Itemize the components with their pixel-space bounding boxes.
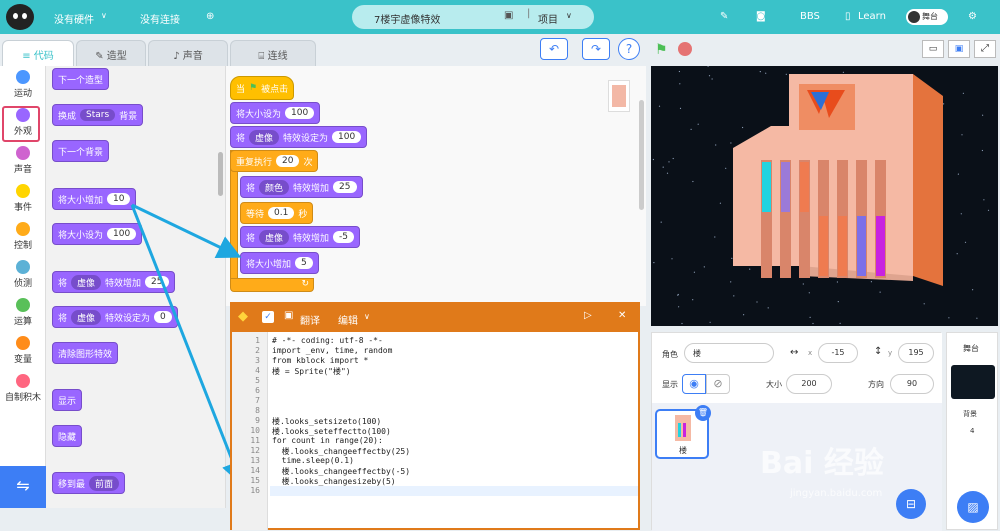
line-number: 4 [255,366,260,375]
line-number: 11 [250,436,260,445]
arrow-to-code [130,204,245,486]
y-input[interactable]: 195 [898,343,934,363]
current-line-highlight [270,486,638,496]
line-number: 10 [250,426,260,435]
add-backdrop-button[interactable]: ▨ [957,491,989,523]
line-number: 13 [250,456,260,465]
line-number: 2 [255,346,260,355]
role-label: 角色 [662,350,678,359]
terminal-icon: ▣ [284,310,294,321]
chevron-down-icon: ∨ [364,312,370,321]
backdrop-count: 4 [970,427,975,435]
stage-canvas[interactable] [651,66,998,326]
green-flag-run-button[interactable]: ⚑ [655,42,668,58]
fullscreen-button[interactable]: ⤢ [974,40,996,58]
line-number: 7 [255,396,260,405]
code-line[interactable]: import _env, time, random [272,346,392,356]
edit-menu[interactable]: 编辑 [338,312,358,327]
lock-icon[interactable]: ⊟ [896,489,926,519]
watermark: Bai 经验 [760,446,884,481]
line-number: 6 [255,386,260,395]
line-number: 9 [255,416,260,425]
large-stage-button[interactable]: ▣ [948,40,970,58]
code-line[interactable]: 楼.looks_setsizeto(100) [272,416,381,426]
code-line[interactable]: 楼 = Sprite("楼") [272,366,351,376]
line-number: 16 [250,486,260,495]
code-line[interactable]: 楼.looks_changeeffectby(25) [272,446,410,456]
code-line[interactable]: # -*- coding: utf-8 -*- [272,336,383,346]
sprite-name-input[interactable]: 楼 [684,343,774,363]
x-input[interactable]: -15 [818,343,858,363]
code-line[interactable]: 楼.looks_changeeffectby(-5) [272,466,410,476]
size-input[interactable]: 200 [786,374,832,394]
line-number-gutter: 1 2 3 4 5 6 7 8 9 10 11 12 13 14 15 16 [232,332,268,530]
translate-button[interactable]: 翻译 [300,312,320,327]
line-number: 3 [255,356,260,365]
code-line[interactable]: 楼.looks_seteffectto(100) [272,426,391,436]
vertical-arrows-icon: ↕ [874,346,883,357]
line-number: 8 [255,406,260,415]
horizontal-arrows-icon: ↔ [790,347,799,358]
direction-label: 方向 [868,380,884,389]
code-line[interactable]: for count in range(20): [272,436,383,446]
python-panel-header: ◆ ✓ ▣ 翻译 编辑 ∨ ▷ ✕ [232,304,638,332]
show-eye-button[interactable]: ◉ [682,374,706,394]
direction-input[interactable]: 90 [890,374,934,394]
small-stage-button[interactable]: ▭ [922,40,944,58]
sprite-properties: 角色 楼 ↔ x -15 ↕ y 195 显示 ◉ ⊘ 大小 200 方向 90 [652,333,942,403]
code-line[interactable]: 楼.looks_changesizeby(5) [272,476,396,486]
watermark-url: jingyan.baidu.com [790,488,883,499]
hide-eye-button[interactable]: ⊘ [706,374,730,394]
python-code-panel: ◆ ✓ ▣ 翻译 编辑 ∨ ▷ ✕ 1 2 3 4 5 6 7 8 9 10 11 12 13 14 15 1… [230,302,640,530]
code-line[interactable]: from kblock import * [272,356,368,366]
close-icon[interactable]: ✕ [618,310,626,321]
line-number: 15 [250,476,260,485]
line-number: 1 [255,336,260,345]
line-number: 5 [255,376,260,385]
show-label: 显示 [662,380,678,389]
checkbox-checked[interactable]: ✓ [262,311,274,323]
sprite-info-panel: 角色 楼 ↔ x -15 ↕ y 195 显示 ◉ ⊘ 大小 200 方向 90… [651,332,942,531]
python-logo-icon: ◆ [238,309,248,324]
stage-render [652,66,990,325]
code-editor[interactable]: # -*- coding: utf-8 -*- import _env, time… [270,332,638,530]
run-icon[interactable]: ▷ [584,310,592,321]
building-sprite [733,74,943,286]
delete-sprite-icon[interactable]: 🗑 [695,405,711,421]
stop-button[interactable] [678,42,692,56]
line-number: 14 [250,466,260,475]
size-label: 大小 [766,380,782,389]
line-number: 12 [250,446,260,455]
backdrop-panel: 舞台 背景 4 ▨ [946,332,998,530]
backdrop-label: 背景 [963,410,977,418]
stage-title: 舞台 [963,344,979,353]
code-line[interactable]: time.sleep(0.1) [272,456,354,466]
backdrop-thumbnail[interactable] [951,365,995,399]
